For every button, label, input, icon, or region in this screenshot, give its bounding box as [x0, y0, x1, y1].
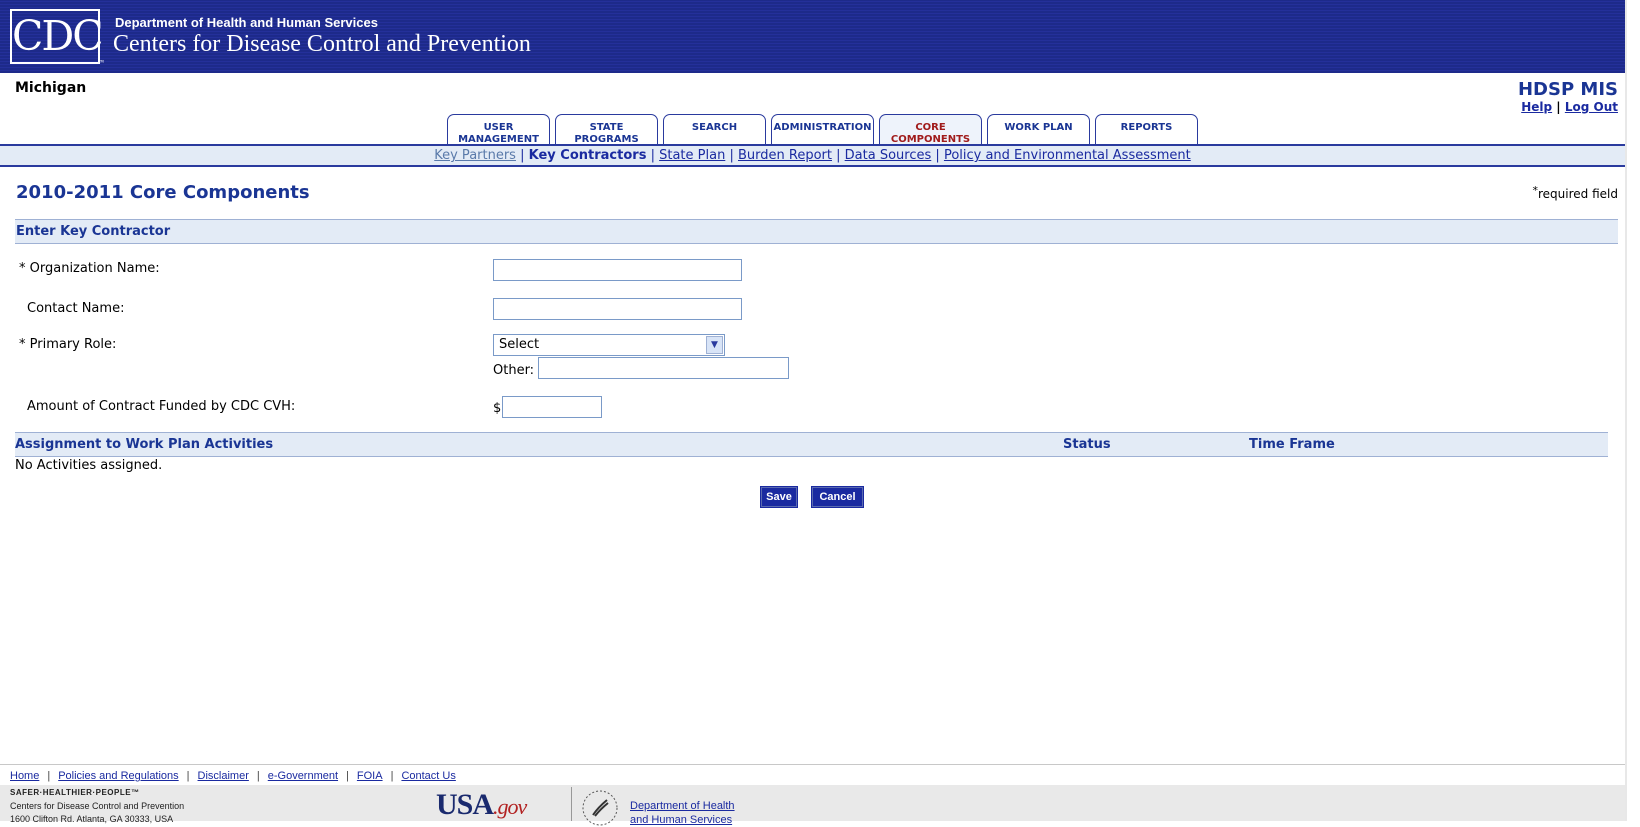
window-scrollbar[interactable]: [1625, 0, 1640, 821]
cdc-logo-text: CDC: [12, 12, 104, 60]
contact-name-input[interactable]: [493, 298, 742, 320]
tab-work-plan[interactable]: WORK PLAN: [987, 114, 1090, 145]
contract-amount-label: Amount of Contract Funded by CDC CVH:: [27, 399, 296, 414]
contract-amount-input[interactable]: [502, 396, 602, 418]
subnav-state-plan[interactable]: State Plan: [659, 148, 725, 163]
status-column-header: Status: [1063, 437, 1111, 452]
save-button[interactable]: Save: [760, 486, 798, 508]
section-header-enter-key-contractor: Enter Key Contractor: [15, 219, 1618, 244]
help-link[interactable]: Help: [1521, 100, 1552, 114]
usa-gov-logo[interactable]: USA.gov: [436, 788, 527, 822]
time-frame-column-header: Time Frame: [1249, 437, 1335, 452]
tab-reports[interactable]: REPORTS: [1095, 114, 1198, 145]
primary-role-selected: Select: [499, 337, 540, 352]
footer-divider: [571, 787, 572, 821]
page-title: 2010-2011 Core Components: [16, 182, 310, 203]
cancel-button[interactable]: Cancel: [811, 486, 864, 508]
primary-role-label: * Primary Role:: [19, 337, 117, 352]
subnav-data-sources[interactable]: Data Sources: [845, 148, 932, 163]
no-activities-message: No Activities assigned.: [15, 458, 163, 473]
footer-foia-link[interactable]: FOIA: [357, 770, 383, 782]
util-separator: |: [1556, 100, 1561, 114]
app-title: HDSP MIS: [1517, 79, 1618, 100]
footer-bottom: SAFER·HEALTHIER·PEOPLE™ Centers for Dise…: [0, 785, 1625, 826]
activities-table-header: Assignment to Work Plan Activities Statu…: [15, 432, 1608, 457]
dollar-sign: $: [493, 401, 502, 416]
utility-links: Help | Log Out: [1521, 100, 1618, 114]
tab-user-management[interactable]: USER MANAGEMENT: [447, 114, 550, 145]
other-role-input[interactable]: [538, 357, 789, 379]
cdc-address-name: Centers for Disease Control and Preventi…: [10, 801, 185, 811]
cdc-address-street: 1600 Clifton Rd. Atlanta, GA 30333, USA: [10, 814, 174, 824]
footer-links: Home | Policies and Regulations | Disclaimer…: [0, 764, 1625, 785]
tab-state-programs[interactable]: STATE PROGRAMS: [555, 114, 658, 145]
footer-policies-link[interactable]: Policies and Regulations: [58, 770, 178, 782]
logout-link[interactable]: Log Out: [1565, 100, 1618, 114]
footer-disclaimer-link[interactable]: Disclaimer: [198, 770, 249, 782]
main-tabs: USER MANAGEMENT STATE PROGRAMS SEARCH AD…: [447, 114, 1198, 145]
tab-administration[interactable]: ADMINISTRATION: [771, 114, 874, 145]
subnav-policy-environmental-assessment[interactable]: Policy and Environmental Assessment: [944, 148, 1191, 163]
cdc-header-banner: CDC ™ Department of Health and Human Serv…: [0, 0, 1625, 73]
tab-search[interactable]: SEARCH: [663, 114, 766, 145]
footer-contact-link[interactable]: Contact Us: [401, 770, 455, 782]
hhs-seal-icon: [582, 790, 618, 826]
contact-name-label: Contact Name:: [27, 301, 125, 316]
activities-column-header: Assignment to Work Plan Activities: [15, 437, 274, 452]
agency-name: Centers for Disease Control and Preventi…: [113, 31, 531, 57]
sub-navigation: Key Partners | Key Contractors | State P…: [0, 146, 1625, 167]
cdc-tagline: SAFER·HEALTHIER·PEOPLE™: [10, 788, 140, 797]
organization-name-input[interactable]: [493, 259, 742, 281]
subnav-burden-report[interactable]: Burden Report: [738, 148, 832, 163]
required-field-note: *required field: [1532, 184, 1619, 201]
footer-egovernment-link[interactable]: e-Government: [268, 770, 338, 782]
other-label: Other:: [493, 363, 535, 378]
subnav-key-contractors[interactable]: Key Contractors: [529, 148, 647, 163]
organization-name-label: * Organization Name:: [19, 261, 160, 276]
subnav-key-partners[interactable]: Key Partners: [434, 148, 516, 163]
primary-role-select[interactable]: Select ▼: [493, 334, 725, 356]
dept-name: Department of Health and Human Services: [115, 15, 378, 30]
chevron-down-icon[interactable]: ▼: [706, 336, 723, 354]
hhs-link[interactable]: Department of Health and Human Services: [630, 799, 735, 827]
cdc-logo[interactable]: CDC ™: [10, 9, 105, 68]
footer-home-link[interactable]: Home: [10, 770, 39, 782]
state-name: Michigan: [15, 80, 87, 96]
tab-core-components[interactable]: CORE COMPONENTS: [879, 114, 982, 145]
